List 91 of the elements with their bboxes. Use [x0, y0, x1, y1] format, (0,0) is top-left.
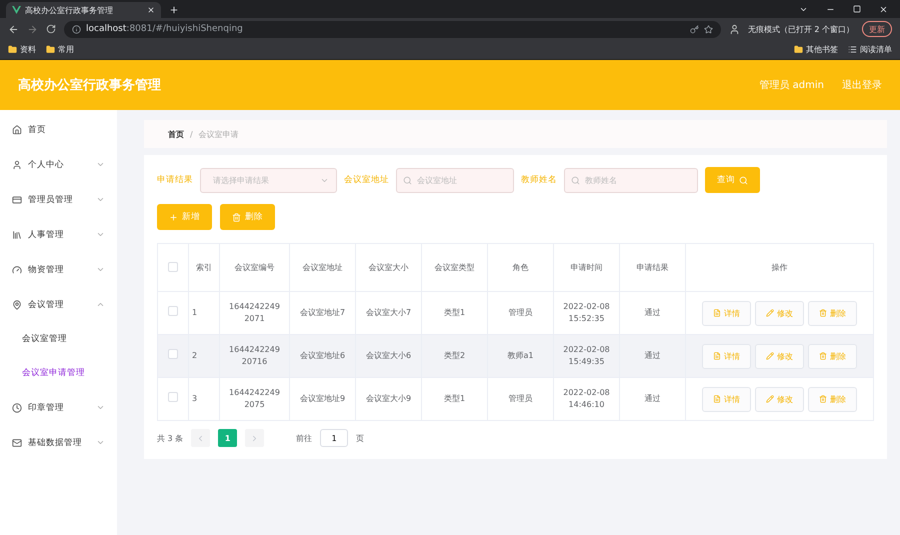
table-cell: 2022-02-08 14:46:10 — [554, 378, 620, 420]
search-icon — [571, 176, 580, 184]
plus-icon — [169, 212, 178, 222]
address-bar[interactable]: localhost:8081/#/huiyishiShenqing — [64, 20, 721, 38]
checkbox[interactable] — [168, 392, 178, 402]
document-icon — [713, 352, 721, 360]
goto-label: 前往 — [296, 432, 312, 444]
pencil-icon — [766, 352, 774, 360]
clock-icon — [12, 402, 22, 412]
next-page-button[interactable] — [245, 429, 264, 447]
folder-icon — [794, 45, 803, 54]
sidebar-item[interactable]: 会议管理 — [0, 287, 117, 322]
filter-label: 教师姓名 — [521, 174, 557, 186]
table-cell: 会议室大小9 — [356, 378, 422, 420]
table-cell: 1644242249 2075 — [220, 378, 290, 420]
tab-list-icon — [799, 5, 808, 14]
column-header: 操作 — [686, 244, 874, 292]
pin-icon — [12, 300, 22, 310]
url-text: localhost:8081/#/huiyishiShenqing — [86, 24, 243, 34]
page-suffix: 页 — [356, 432, 364, 444]
gauge-icon — [12, 264, 22, 274]
total-count: 共 3 条 — [157, 432, 184, 444]
home-icon — [12, 124, 22, 134]
document-icon — [713, 395, 721, 403]
sidebar-item[interactable]: 个人中心 — [0, 147, 117, 182]
browser-tab[interactable]: 高校办公室行政事务管理 — [6, 2, 161, 18]
page-input[interactable]: 1 — [320, 429, 348, 447]
id-card-icon — [12, 194, 22, 204]
trash-icon — [819, 395, 827, 403]
table-cell: 会议室地址9 — [290, 378, 356, 420]
books-icon — [12, 230, 22, 240]
sidebar-item[interactable]: 首页 — [0, 112, 117, 147]
sidebar-item[interactable]: 管理员管理 — [0, 182, 117, 217]
new-tab-icon — [169, 5, 179, 15]
maximize-icon — [853, 5, 861, 13]
back-icon — [8, 24, 19, 34]
close-icon — [879, 5, 888, 14]
table-cell: 管理员 — [488, 378, 554, 420]
incognito-label: 无痕模式（已打开 2 个窗口） — [748, 24, 854, 34]
checkbox[interactable] — [168, 262, 178, 272]
table-row[interactable]: 2 1644242249 20716 会议室地址6 会议室大小6 类型2 教师a1 2022-02-08 15:49:35 通过 详情 修改 删除 — [158, 334, 874, 378]
app-title: 高校办公室行政事务管理 — [18, 76, 162, 94]
bookmark[interactable]: 资料 — [8, 44, 36, 55]
user-label: 管理员 admin — [759, 79, 824, 92]
reload-icon — [46, 24, 56, 34]
folder-icon — [46, 45, 55, 54]
filter-label: 会议室地址 — [344, 174, 389, 186]
info-icon — [72, 24, 81, 34]
close-icon — [147, 6, 155, 14]
pencil-icon — [766, 395, 774, 403]
checkbox[interactable] — [168, 349, 178, 359]
select-field[interactable]: 请选择申请结果 — [200, 168, 337, 192]
sidebar-item[interactable]: 物资管理 — [0, 252, 117, 287]
sidebar-item[interactable]: 印章管理 — [0, 390, 117, 425]
sidebar-item[interactable]: 人事管理 — [0, 217, 117, 252]
bookmark[interactable]: 其他书签 — [794, 44, 838, 55]
bookmark[interactable]: 阅读清单 — [848, 44, 892, 55]
bookmark[interactable]: 常用 — [46, 44, 74, 55]
sidebar-subitem[interactable]: 会议室申请管理 — [0, 356, 117, 390]
prev-page-button[interactable] — [191, 429, 210, 447]
update-button[interactable]: 更新 — [862, 21, 892, 37]
search-icon — [739, 176, 748, 184]
trash-icon — [232, 212, 241, 222]
key-icon — [690, 24, 699, 34]
table-row[interactable]: 1 1644242249 2071 会议室地址7 会议室大小7 类型1 管理员 2022-02-08 15:52:35 通过 详情 修改 删除 — [158, 292, 874, 334]
trash-icon — [819, 309, 827, 317]
table-cell: 3 — [188, 378, 220, 420]
list-icon — [848, 45, 857, 54]
search-icon — [403, 176, 412, 184]
folder-icon — [8, 45, 17, 54]
document-icon — [713, 309, 721, 317]
filter-label: 申请结果 — [157, 174, 193, 186]
breadcrumb-current: 会议室申请 — [198, 128, 239, 140]
pencil-icon — [766, 309, 774, 317]
star-icon — [704, 24, 713, 34]
table-row[interactable]: 3 1644242249 2075 会议室地址9 会议室大小9 类型1 管理员 2022-02-08 14:46:10 通过 详情 修改 删除 — [158, 378, 874, 420]
mail-icon — [12, 438, 22, 448]
incognito-icon — [728, 24, 740, 34]
user-icon — [12, 160, 22, 170]
search-field[interactable]: 教师姓名 — [564, 168, 698, 192]
vue-logo-icon — [12, 6, 21, 14]
sidebar-item[interactable]: 基础数据管理 — [0, 425, 117, 460]
checkbox[interactable] — [168, 306, 178, 316]
forward-icon — [27, 24, 38, 34]
breadcrumb-link[interactable]: 首页 — [168, 128, 184, 140]
breadcrumb-separator: / — [190, 130, 193, 138]
trash-icon — [819, 352, 827, 360]
search-field[interactable]: 会议室地址 — [396, 168, 514, 192]
table-cell: 通过 — [620, 378, 686, 420]
sidebar-subitem[interactable]: 会议室管理 — [0, 322, 117, 356]
table-cell: 类型1 — [422, 378, 488, 420]
